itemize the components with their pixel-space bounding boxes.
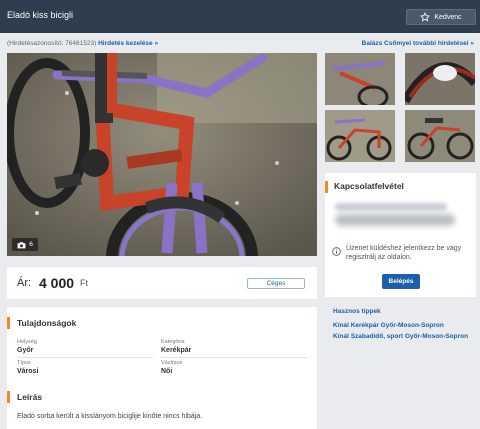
favorite-label: Kedvenc <box>434 13 462 21</box>
section-accent <box>325 181 328 193</box>
description-text: Eladó sorba került a kisslányom biciglij… <box>17 413 203 420</box>
property-label: Típus <box>17 360 31 366</box>
main-photo[interactable]: 6 <box>7 53 317 256</box>
thumbnail-2[interactable] <box>405 53 475 105</box>
property-label: Helység <box>17 339 37 345</box>
price-currency: Ft <box>80 278 88 288</box>
thumbnail-1[interactable] <box>325 53 395 105</box>
properties-title: Tulajdonságok <box>17 318 77 328</box>
login-button[interactable]: Belépés <box>382 274 420 289</box>
page-title: Eladó kiss bicigli <box>7 10 74 20</box>
photo-count-badge[interactable]: 6 <box>12 238 38 251</box>
price-value: 4 000 <box>39 275 75 291</box>
contact-panel: Kapcsolatfelvétel Üzenet küldéshez jelen… <box>325 173 476 297</box>
thumbnail-3[interactable] <box>325 110 395 162</box>
info-icon <box>332 247 341 256</box>
favorite-button[interactable]: Kedvenc <box>406 9 476 25</box>
thumbnail-4[interactable] <box>405 110 475 162</box>
login-info-text: Üzenet küldéshez jelentkezz be vagy regi… <box>346 245 462 261</box>
price-box: Ár: 4 000 Ft Céges <box>7 267 317 299</box>
divider <box>161 357 307 358</box>
top-bar: Eladó kiss bicigli Kedvenc <box>0 0 480 33</box>
property-value: Győr <box>17 347 34 354</box>
tips-link[interactable]: Kínál Szabadidő, sport Győr-Moson-Sopron <box>333 333 468 340</box>
tips-link[interactable]: Kínál Kerékpár Győr-Moson-Sopron <box>333 322 444 329</box>
section-accent <box>7 317 10 329</box>
star-outline-icon <box>420 12 431 22</box>
property-value: Városi <box>17 368 39 375</box>
ad-id-text: (Hirdetésazonosító: 76461523) <box>7 40 97 47</box>
blurred-phone <box>335 214 455 226</box>
contact-title: Kapcsolatfelvétel <box>334 181 404 191</box>
seller-other-ads-link[interactable]: Balázs Csőmyei további hirdetései » <box>362 40 474 47</box>
blurred-seller-name <box>335 203 447 211</box>
property-label: Kategória <box>161 339 185 345</box>
price-label: Ár: <box>17 277 32 289</box>
properties-section: Tulajdonságok Helység Győr Kategória Ker… <box>7 307 317 383</box>
description-title: Leírás <box>17 392 43 402</box>
bicycle-photo <box>7 53 317 256</box>
property-value: Kerékpár <box>161 347 192 354</box>
property-label: Váztípus <box>161 360 183 366</box>
tips-title: Hasznos tippek <box>333 308 381 315</box>
camera-icon <box>17 241 26 248</box>
manage-ad-link[interactable]: Hirdetés kezelése » <box>98 40 158 47</box>
section-accent <box>7 391 10 403</box>
divider <box>17 357 153 358</box>
ad-id-line: (Hirdetésazonosító: 76461523) Hirdetés k… <box>7 40 158 47</box>
property-value: Női <box>161 368 173 375</box>
photo-count: 6 <box>29 241 33 248</box>
business-badge[interactable]: Céges <box>247 278 305 289</box>
description-section: Leírás Eladó sorba került a kisslányom b… <box>7 383 317 429</box>
